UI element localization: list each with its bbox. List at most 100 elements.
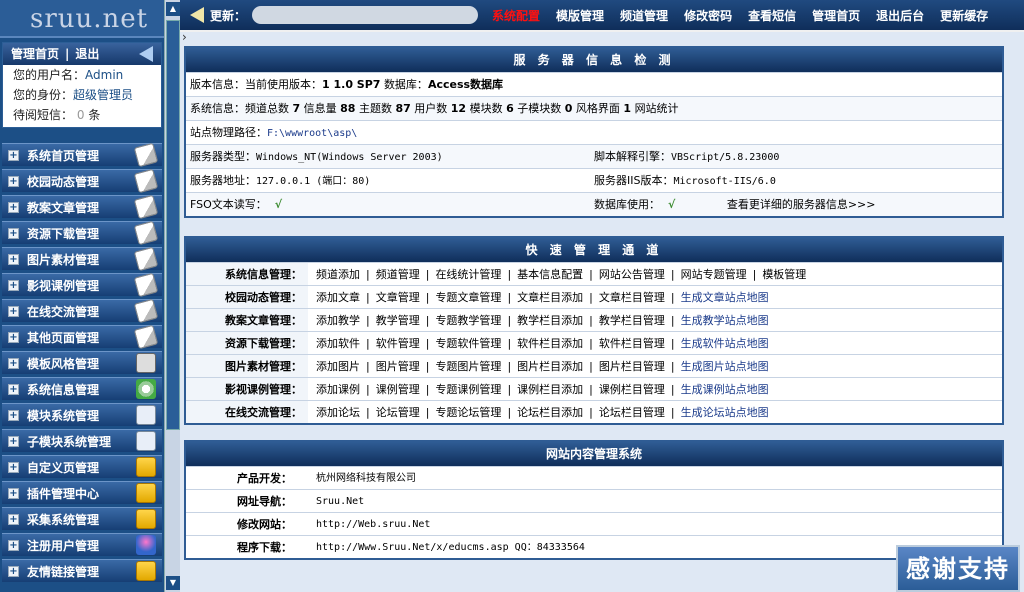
sidebar-menu-item[interactable]: + 子模块系统管理 (2, 429, 162, 452)
quick-link[interactable]: 基本信息配置 (517, 268, 583, 281)
sidebar-menu-item[interactable]: + 自定义页管理 (2, 455, 162, 478)
sitemap-link[interactable]: 生成论坛站点地图 (681, 406, 769, 419)
quick-link[interactable]: 专题文章管理 (435, 291, 501, 304)
quick-link[interactable]: 频道管理 (376, 268, 420, 281)
sidebar-menu-item[interactable]: + 插件管理中心 (2, 481, 162, 504)
expand-icon[interactable]: + (8, 279, 19, 291)
quick-link[interactable]: 专题软件管理 (435, 337, 501, 350)
quick-link[interactable]: 文章管理 (376, 291, 420, 304)
sidebar-menu-item[interactable]: + 在线交流管理 (2, 298, 162, 324)
quick-link[interactable]: 论坛管理 (376, 406, 420, 419)
expand-icon[interactable]: + (8, 409, 19, 421)
sidebar-menu-item[interactable]: + 图片素材管理 (2, 246, 162, 272)
info-value[interactable]: http://Web.sruu.Net (300, 513, 430, 535)
sidebar-menu-item[interactable]: + 友情链接管理 (2, 559, 162, 582)
sidebar-menu-item[interactable]: + 其他页面管理 (2, 324, 162, 350)
quick-link[interactable]: 论坛栏目管理 (599, 406, 665, 419)
quick-link[interactable]: 课例栏目添加 (517, 383, 583, 396)
sidebar-menu-item[interactable]: + 系统信息管理 (2, 377, 162, 400)
expand-icon[interactable]: + (8, 487, 19, 499)
sitemap-link[interactable]: 生成教学站点地图 (681, 314, 769, 327)
pending-count[interactable]: 0 (77, 108, 85, 122)
sitemap-link[interactable]: 生成图片站点地图 (681, 360, 769, 373)
expand-icon[interactable]: + (8, 331, 19, 343)
thanks-support-button[interactable]: 感谢支持 (896, 545, 1020, 592)
nav-link[interactable]: 修改密码 (684, 7, 732, 24)
logout-link[interactable]: 退出 (75, 43, 99, 65)
quick-link[interactable]: 网站公告管理 (599, 268, 665, 281)
expand-icon[interactable]: + (8, 539, 19, 551)
expand-icon[interactable]: + (8, 305, 19, 317)
sidebar-menu-item[interactable]: + 资源下载管理 (2, 220, 162, 246)
sitemap-link[interactable]: 生成软件站点地图 (681, 337, 769, 350)
quick-link[interactable]: 图片管理 (376, 360, 420, 373)
back-arrow-icon[interactable] (190, 7, 204, 23)
quick-link[interactable]: 软件栏目添加 (517, 337, 583, 350)
expand-icon[interactable]: + (8, 149, 19, 161)
nav-link[interactable]: 模版管理 (556, 7, 604, 24)
quick-link[interactable]: 图片栏目管理 (599, 360, 665, 373)
nav-link[interactable]: 更新缓存 (940, 7, 988, 24)
expand-icon[interactable]: + (8, 461, 19, 473)
expand-icon[interactable]: + (8, 357, 19, 369)
sidebar-menu-item[interactable]: + 教案文章管理 (2, 194, 162, 220)
sidebar-scrollbar[interactable]: ▲ ▼ (164, 0, 180, 592)
quick-link[interactable]: 软件管理 (376, 337, 420, 350)
quick-link[interactable]: 添加软件 (316, 337, 360, 350)
quick-link[interactable]: 专题教学管理 (435, 314, 501, 327)
quick-link[interactable]: 课例栏目管理 (599, 383, 665, 396)
sitemap-link[interactable]: 生成课例站点地图 (681, 383, 769, 396)
quick-link[interactable]: 教学栏目添加 (517, 314, 583, 327)
quick-link[interactable]: 教学管理 (376, 314, 420, 327)
separator: | (589, 268, 593, 281)
nav-link[interactable]: 频道管理 (620, 7, 668, 24)
quick-link[interactable]: 模板管理 (762, 268, 806, 281)
sidebar-menu-item[interactable]: + 采集系统管理 (2, 507, 162, 530)
expand-icon[interactable]: + (8, 435, 19, 447)
expand-icon[interactable]: + (8, 383, 19, 395)
quick-link[interactable]: 添加教学 (316, 314, 360, 327)
nav-link[interactable]: 退出后台 (876, 7, 924, 24)
scroll-down-icon[interactable]: ▼ (166, 576, 180, 590)
sidebar-menu-item[interactable]: + 影视课例管理 (2, 272, 162, 298)
expand-icon[interactable]: + (8, 175, 19, 187)
sidebar-menu-item[interactable]: + 模板风格管理 (2, 351, 162, 374)
expand-icon[interactable]: + (8, 227, 19, 239)
quick-link[interactable]: 添加课例 (316, 383, 360, 396)
expand-icon[interactable]: + (8, 513, 19, 525)
sidebar-menu-item[interactable]: + 注册用户管理 (2, 533, 162, 556)
nav-link[interactable]: 系统配置 (492, 7, 540, 24)
quick-link[interactable]: 文章栏目管理 (599, 291, 665, 304)
expand-icon[interactable]: + (8, 253, 19, 265)
sidebar-menu-item[interactable]: + 校园动态管理 (2, 168, 162, 194)
quick-link[interactable]: 添加图片 (316, 360, 360, 373)
back-arrow-icon[interactable] (139, 46, 153, 62)
quick-link[interactable]: 专题图片管理 (435, 360, 501, 373)
quick-link[interactable]: 网站专题管理 (681, 268, 747, 281)
info-value[interactable]: Sruu.Net (300, 490, 364, 512)
quick-link[interactable]: 专题论坛管理 (435, 406, 501, 419)
quick-link[interactable]: 文章栏目添加 (517, 291, 583, 304)
quick-link[interactable]: 课例管理 (376, 383, 420, 396)
home-link[interactable]: 管理首页 (11, 43, 59, 65)
quick-link[interactable]: 添加文章 (316, 291, 360, 304)
sitemap-link[interactable]: 生成文章站点地图 (681, 291, 769, 304)
quick-link[interactable]: 论坛栏目添加 (517, 406, 583, 419)
quick-link[interactable]: 添加论坛 (316, 406, 360, 419)
nav-link[interactable]: 管理首页 (812, 7, 860, 24)
info-value[interactable]: http://Www.Sruu.Net/x/educms.asp QQ：8433… (300, 536, 585, 558)
sidebar-menu-item[interactable]: + 模块系统管理 (2, 403, 162, 426)
expand-icon[interactable]: + (8, 565, 19, 577)
quick-link[interactable]: 频道添加 (316, 268, 360, 281)
scroll-up-icon[interactable]: ▲ (166, 2, 180, 16)
quick-link[interactable]: 专题课例管理 (435, 383, 501, 396)
quick-link[interactable]: 教学栏目管理 (599, 314, 665, 327)
quick-link[interactable]: 软件栏目管理 (599, 337, 665, 350)
nav-link[interactable]: 查看短信 (748, 7, 796, 24)
more-server-info-link[interactable]: 查看更详细的服务器信息>>> (727, 198, 876, 211)
quick-link[interactable]: 在线统计管理 (435, 268, 501, 281)
expand-icon[interactable]: + (8, 201, 19, 213)
scroll-thumb[interactable] (166, 20, 180, 430)
quick-link[interactable]: 图片栏目添加 (517, 360, 583, 373)
sidebar-menu-item[interactable]: + 系统首页管理 (2, 142, 162, 168)
